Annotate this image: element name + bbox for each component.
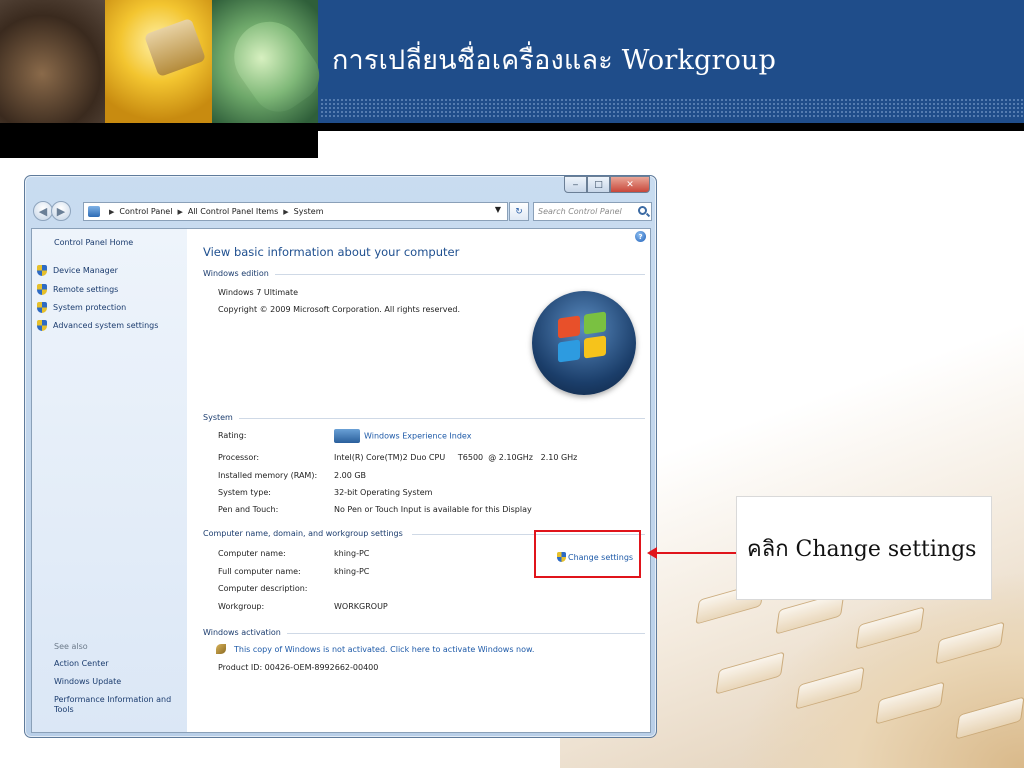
breadcrumb-item[interactable]: Control Panel	[119, 207, 172, 216]
logo-green-pane	[584, 311, 606, 335]
experience-index-badge-icon	[334, 429, 360, 443]
uac-shield-icon	[37, 265, 47, 276]
section-windows-edition: Windows edition	[203, 269, 269, 278]
chevron-right-icon: ▶	[177, 207, 183, 216]
slide-header: การเปลี่ยนชื่อเครื่องและ Workgroup	[0, 0, 1024, 123]
computer-row-value: khing-PC	[334, 567, 370, 576]
search-icon[interactable]	[638, 206, 647, 215]
uac-shield-icon	[37, 320, 47, 331]
system-window: ‒ □ ✕ ◀ ▶ ▶ Control Panel ▶ All Control …	[24, 175, 657, 738]
system-row-label: Processor:	[218, 453, 260, 462]
edition-name: Windows 7 Ultimate	[218, 288, 299, 297]
section-divider	[287, 633, 645, 634]
sidebar-item-label: System protection	[53, 303, 127, 312]
sidebar-item-system-protection[interactable]: System protection	[37, 302, 126, 313]
see-also-heading: See also	[54, 642, 88, 651]
section-system: System	[203, 413, 233, 422]
system-row-label: System type:	[218, 488, 271, 497]
activation-message: This copy of Windows is not activated. C…	[234, 644, 535, 654]
address-bar[interactable]: ▶ Control Panel ▶ All Control Panel Item…	[83, 202, 508, 221]
see-also-performance-tools[interactable]: Performance Information and Tools	[54, 695, 182, 715]
uac-shield-icon	[37, 284, 47, 295]
section-divider	[239, 418, 645, 419]
search-placeholder: Search Control Panel	[538, 207, 622, 216]
system-row-value: No Pen or Touch Input is available for t…	[334, 505, 532, 514]
system-row-label: Rating:	[218, 431, 247, 440]
system-row-value: Windows Experience Index	[364, 431, 472, 441]
callout-box: คลิก Change settings	[736, 496, 992, 600]
header-divider-block	[0, 131, 318, 158]
breadcrumb-item[interactable]: System	[294, 207, 324, 216]
callout-text: คลิก Change settings	[747, 536, 977, 562]
page-title: View basic information about your comput…	[203, 245, 460, 259]
system-row-label: Pen and Touch:	[218, 505, 279, 514]
address-bar-row: ◀ ▶ ▶ Control Panel ▶ All Control Panel …	[31, 201, 652, 223]
callout-arrow-line	[655, 552, 737, 554]
computer-row-label: Computer description:	[218, 584, 308, 593]
sidebar-item-remote-settings[interactable]: Remote settings	[37, 284, 118, 295]
maximize-button[interactable]: □	[587, 176, 610, 193]
close-button[interactable]: ✕	[610, 176, 650, 193]
sidebar-item-device-manager[interactable]: Device Manager	[37, 265, 118, 276]
see-also-windows-update[interactable]: Windows Update	[54, 677, 182, 687]
header-divider	[0, 123, 1024, 131]
chevron-right-icon: ▶	[109, 207, 115, 216]
highlight-box	[534, 530, 641, 578]
logo-yellow-pane	[584, 335, 606, 359]
slide-title: การเปลี่ยนชื่อเครื่องและ Workgroup	[332, 45, 777, 76]
sidebar-item-label: Device Manager	[53, 266, 118, 275]
back-button[interactable]: ◀	[33, 201, 53, 221]
task-sidebar: Control Panel Home Device Manager Remote…	[32, 229, 187, 732]
section-windows-activation: Windows activation	[203, 628, 281, 637]
header-photo-hand	[0, 0, 105, 123]
dropdown-arrow-icon[interactable]: ▼	[495, 205, 501, 214]
computer-row-value: WORKGROUP	[334, 602, 388, 611]
section-computer-name: Computer name, domain, and workgroup set…	[203, 529, 403, 538]
minimize-button[interactable]: ‒	[564, 176, 587, 193]
system-row-value: Intel(R) Core(TM)2 Duo CPU T6500 @ 2.10G…	[334, 453, 578, 462]
forward-button[interactable]: ▶	[51, 201, 71, 221]
key-icon	[216, 644, 226, 654]
chevron-right-icon: ▶	[283, 207, 289, 216]
sidebar-item-advanced-system-settings[interactable]: Advanced system settings	[37, 320, 158, 331]
help-icon[interactable]: ?	[635, 231, 646, 242]
search-input[interactable]: Search Control Panel	[533, 202, 652, 221]
logo-blue-pane	[558, 339, 580, 363]
control-panel-home-link[interactable]: Control Panel Home	[54, 238, 133, 247]
sidebar-item-label: Advanced system settings	[53, 321, 159, 330]
computer-row-value: khing-PC	[334, 549, 370, 558]
activation-link[interactable]: This copy of Windows is not activated. C…	[216, 644, 534, 654]
computer-row-label: Computer name:	[218, 549, 286, 558]
product-id: Product ID: 00426-OEM-8992662-00400	[218, 663, 379, 672]
window-client-area: Control Panel Home Device Manager Remote…	[31, 228, 651, 733]
section-divider	[275, 274, 645, 275]
arrow-left-icon	[647, 547, 657, 559]
control-panel-icon	[88, 206, 100, 217]
sidebar-item-label: Remote settings	[53, 285, 119, 294]
header-dot-pattern	[320, 98, 1024, 118]
computer-row-label: Full computer name:	[218, 567, 301, 576]
refresh-button[interactable]: ↻	[509, 202, 529, 221]
system-row-value: 32-bit Operating System	[334, 488, 433, 497]
slide: การเปลี่ยนชื่อเครื่องและ Workgroup ‒ □ ✕…	[0, 0, 1024, 768]
copyright-text: Copyright © 2009 Microsoft Corporation. …	[218, 305, 461, 314]
system-row-value: 2.00 GB	[334, 471, 367, 480]
uac-shield-icon	[37, 302, 47, 313]
computer-row-label: Workgroup:	[218, 602, 265, 611]
see-also-action-center[interactable]: Action Center	[54, 659, 182, 669]
windows-experience-index-link[interactable]: Windows Experience Index	[334, 429, 471, 443]
system-info-panel: ? View basic information about your comp…	[187, 229, 650, 732]
window-caption-buttons: ‒ □ ✕	[564, 176, 650, 193]
breadcrumb-item[interactable]: All Control Panel Items	[188, 207, 278, 216]
logo-red-pane	[558, 315, 580, 339]
windows-logo	[532, 291, 636, 395]
system-row-label: Installed memory (RAM):	[218, 471, 318, 480]
